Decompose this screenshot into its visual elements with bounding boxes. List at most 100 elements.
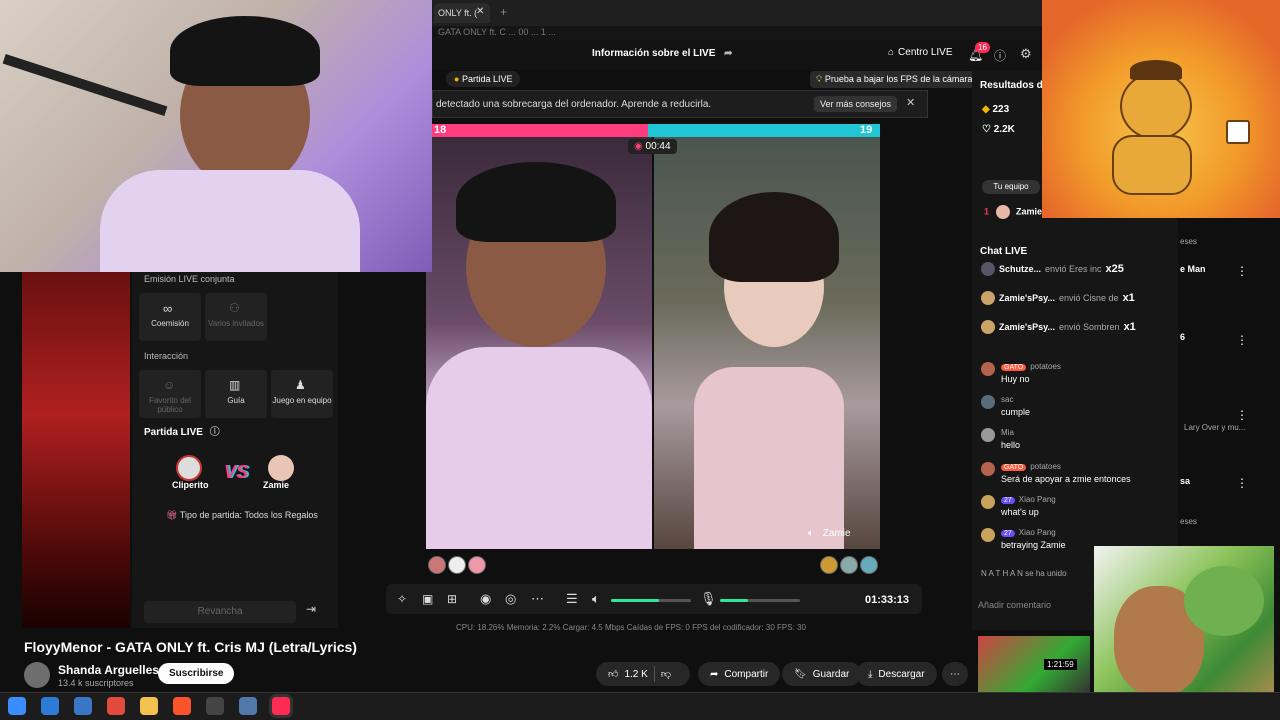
brave-icon[interactable]	[173, 697, 191, 715]
download-button[interactable]: ⤓ Descargar	[856, 662, 937, 686]
windows-icon[interactable]	[8, 697, 26, 715]
chat-message[interactable]: GATO potatoes Será de apoyar a zmie entonc…	[981, 462, 1161, 484]
more-vert-icon[interactable]: ⋮	[1236, 408, 1248, 422]
settings-sliders-icon[interactable]: ☰	[566, 591, 578, 607]
chat-username[interactable]: GATO potatoes	[1001, 362, 1161, 371]
more-vert-icon[interactable]: ⋮	[1236, 333, 1248, 347]
gifter-avatar[interactable]	[448, 556, 466, 574]
avatar[interactable]	[981, 462, 995, 476]
fps-tip[interactable]: 💡︎ Prueba a bajar los FPS de la cámara	[810, 71, 979, 88]
share-icon[interactable]: ➦	[724, 48, 732, 59]
chat-username-text: potatoes	[1030, 362, 1061, 371]
gifter-avatar[interactable]	[860, 556, 878, 574]
help-icon[interactable]: ⓘ	[994, 47, 1006, 64]
live-info-title[interactable]: Información sobre el LIVE ➦	[592, 48, 733, 59]
chat-message[interactable]: Mia hello	[981, 428, 1161, 450]
thumbs-up-icon[interactable]: 👍︎	[608, 668, 618, 680]
gifter-avatar[interactable]	[820, 556, 838, 574]
record-icon[interactable]: ◉	[480, 591, 491, 607]
rematch-button[interactable]: Revancha	[144, 601, 296, 623]
avatar[interactable]	[981, 495, 995, 509]
multi-guest-button[interactable]: ⚇ Varios invitados	[205, 293, 267, 341]
more-vert-icon[interactable]: ⋮	[1236, 476, 1248, 490]
more-icon[interactable]: ⋯	[531, 591, 544, 607]
streamer-shirt	[100, 170, 360, 272]
avatar[interactable]	[981, 395, 995, 409]
app-icon[interactable]	[239, 697, 257, 715]
player-right-name: Zamie	[263, 480, 290, 490]
chat-message[interactable]: 27 Xiao Pang what's up	[981, 495, 1161, 517]
camera-icon[interactable]: ◎	[505, 591, 516, 607]
chat-username[interactable]: GATO potatoes	[1001, 462, 1161, 471]
coemision-label: Coemisión	[151, 319, 189, 328]
microphone-icon[interactable]: 🎙︎	[700, 591, 717, 607]
avatar[interactable]	[995, 205, 1010, 219]
chat-username[interactable]: 27 Xiao Pang	[1001, 495, 1161, 504]
team-game-button[interactable]: ♟ Juego en equipo	[271, 370, 333, 418]
chrome-icon[interactable]	[107, 697, 125, 715]
gifter-avatar[interactable]	[840, 556, 858, 574]
chat-message[interactable]: GATO potatoes Huy no	[981, 362, 1161, 384]
browser-tabstrip	[432, 0, 1042, 26]
chat-live-title: Chat LIVE	[980, 246, 1028, 257]
like-count[interactable]: 1.2 K	[624, 669, 647, 680]
share-button[interactable]: ➦ Compartir	[698, 662, 781, 686]
host-shirt	[426, 347, 652, 549]
close-icon[interactable]: ✕	[476, 6, 484, 17]
more-actions-button[interactable]: ⋯	[942, 662, 968, 686]
chat-input[interactable]: Añadir comentario	[978, 600, 1098, 610]
partida-pill-label: Partida LIVE	[461, 74, 513, 84]
close-icon[interactable]: ✕	[906, 96, 915, 109]
team-tab[interactable]: Tu equipo	[982, 180, 1040, 194]
player-right-avatar[interactable]	[268, 455, 294, 481]
speaker-icon[interactable]: 🔈︎	[808, 528, 814, 539]
coemision-button[interactable]: ∞ Coemisión	[139, 293, 201, 341]
player-left-avatar[interactable]	[176, 455, 202, 481]
download-icon: ⤓	[868, 668, 873, 680]
subscribe-button[interactable]: Suscribirse	[158, 663, 235, 684]
address-bar[interactable]: GATA ONLY ft. C ... 00 ... 1 ...	[432, 26, 1042, 40]
edge-icon[interactable]	[41, 697, 59, 715]
more-vert-icon[interactable]: ⋮	[1236, 264, 1248, 278]
avatar[interactable]	[981, 428, 995, 442]
chat-message[interactable]: sac cumple	[981, 395, 1161, 417]
sidebar-video-title[interactable]: sa	[1180, 476, 1190, 486]
opponent-dress	[694, 367, 844, 549]
avatar[interactable]	[24, 662, 50, 688]
chat-username[interactable]: Mia	[1001, 428, 1161, 437]
chat-message-text: what's up	[1001, 507, 1039, 517]
subscriber-count: 13.4 k suscriptores	[58, 678, 134, 688]
magic-wand-icon[interactable]: ✧	[397, 592, 407, 606]
folder-icon[interactable]	[140, 697, 158, 715]
obs-icon[interactable]	[206, 697, 224, 715]
chat-username[interactable]: sac	[1001, 395, 1161, 404]
gifter-avatar[interactable]	[468, 556, 486, 574]
tiktok-icon[interactable]	[272, 697, 290, 715]
scene-icon[interactable]: ⊞	[447, 592, 457, 606]
save-label: Guardar	[812, 668, 850, 680]
guide-button[interactable]: ▥ Guía	[205, 370, 267, 418]
avatar[interactable]	[981, 362, 995, 376]
mic-slider-fill	[720, 599, 748, 602]
new-tab-icon[interactable]: +	[500, 5, 507, 19]
avatar[interactable]	[981, 528, 995, 542]
info-icon[interactable]: ⓘ	[210, 427, 220, 438]
volume-icon[interactable]: 🔈︎	[592, 591, 600, 607]
layout-icon[interactable]: ▣	[422, 592, 433, 606]
download-label: Descargar	[878, 668, 925, 680]
chat-username[interactable]: 27 Xiao Pang	[1001, 528, 1161, 537]
thumbs-down-icon[interactable]: 👎︎	[661, 668, 671, 680]
exit-icon[interactable]: ⇥	[306, 602, 316, 616]
partida-live-pill[interactable]: ● Partida LIVE	[446, 71, 521, 87]
more-tips-button[interactable]: Ver más consejos	[814, 96, 898, 112]
save-button[interactable]: 🔖︎ Guardar	[782, 662, 862, 686]
sidebar-video-title[interactable]: 6	[1180, 332, 1185, 342]
sidebar-video-title[interactable]: e Man	[1180, 264, 1206, 274]
channel-name[interactable]: Shanda Arguelles	[58, 663, 159, 677]
gear-icon[interactable]: ⚙	[1020, 46, 1032, 62]
gifter-avatar[interactable]	[428, 556, 446, 574]
audience-favorite-button[interactable]: ☺ Favorito del público	[139, 370, 201, 418]
centro-live-button[interactable]: ⌂ Centro LIVE	[888, 47, 953, 58]
store-icon[interactable]	[74, 697, 92, 715]
gift-count: x1	[1123, 321, 1136, 333]
